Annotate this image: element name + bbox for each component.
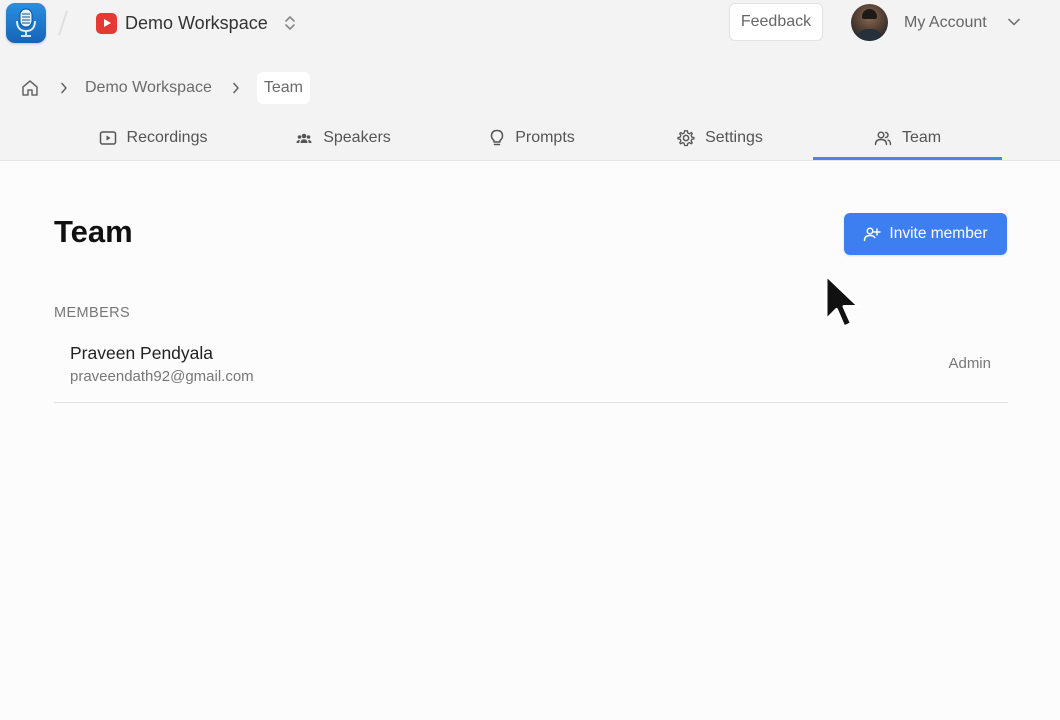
feedback-button[interactable]: Feedback: [729, 3, 823, 41]
page-title: Team: [54, 214, 133, 249]
home-icon[interactable]: [20, 78, 40, 98]
tab-speakers[interactable]: Speakers: [294, 116, 392, 160]
member-name: Praveen Pendyala: [70, 343, 214, 363]
tab-settings[interactable]: Settings: [674, 116, 766, 160]
top-bar: Demo Workspace Feedback My Account Demo …: [0, 0, 1060, 161]
lightbulb-icon: [490, 129, 504, 146]
workspace-name: Demo Workspace: [125, 12, 268, 33]
tab-bar: Recordings Speakers Prompts Settings Tea…: [0, 116, 1060, 160]
play-square-icon: [99, 131, 116, 145]
invite-member-button[interactable]: Invite member: [844, 213, 1007, 255]
users-group-icon: [296, 133, 312, 143]
workspace-icon: [96, 12, 117, 34]
app-logo[interactable]: [6, 3, 46, 43]
tab-label: Settings: [705, 129, 763, 146]
chevron-up-down-icon: [284, 14, 296, 32]
users-icon: [874, 131, 892, 146]
invite-member-label: Invite member: [889, 225, 988, 242]
chevron-right-icon: [60, 82, 68, 94]
mouse-pointer-icon: [824, 273, 861, 329]
avatar: [851, 4, 888, 41]
chevron-down-icon: [1007, 14, 1021, 32]
chevron-right-icon: [232, 82, 240, 94]
tab-team[interactable]: Team: [813, 116, 1002, 160]
tab-label: Recordings: [126, 129, 208, 146]
header-divider: [58, 10, 68, 36]
user-plus-icon: [864, 227, 882, 242]
tab-label: Speakers: [323, 129, 391, 146]
gear-icon: [677, 130, 695, 147]
breadcrumb-item-current: Team: [256, 72, 310, 104]
account-label: My Account: [904, 13, 987, 31]
tab-recordings[interactable]: Recordings: [96, 116, 210, 160]
table-row[interactable]: Praveen Pendyala praveendath92@gmail.com…: [54, 334, 1008, 403]
member-role: Admin: [948, 355, 991, 372]
account-menu[interactable]: My Account: [851, 4, 1021, 41]
member-email: praveendath92@gmail.com: [70, 368, 254, 385]
tab-label: Prompts: [515, 129, 575, 146]
workspace-switcher[interactable]: Demo Workspace: [96, 8, 296, 38]
tab-label: Team: [901, 129, 942, 146]
breadcrumb: Demo Workspace Team: [20, 70, 310, 106]
members-heading: MEMBERS: [54, 305, 131, 321]
breadcrumb-item-workspace[interactable]: Demo Workspace: [85, 79, 212, 97]
tab-prompts[interactable]: Prompts: [486, 116, 578, 160]
